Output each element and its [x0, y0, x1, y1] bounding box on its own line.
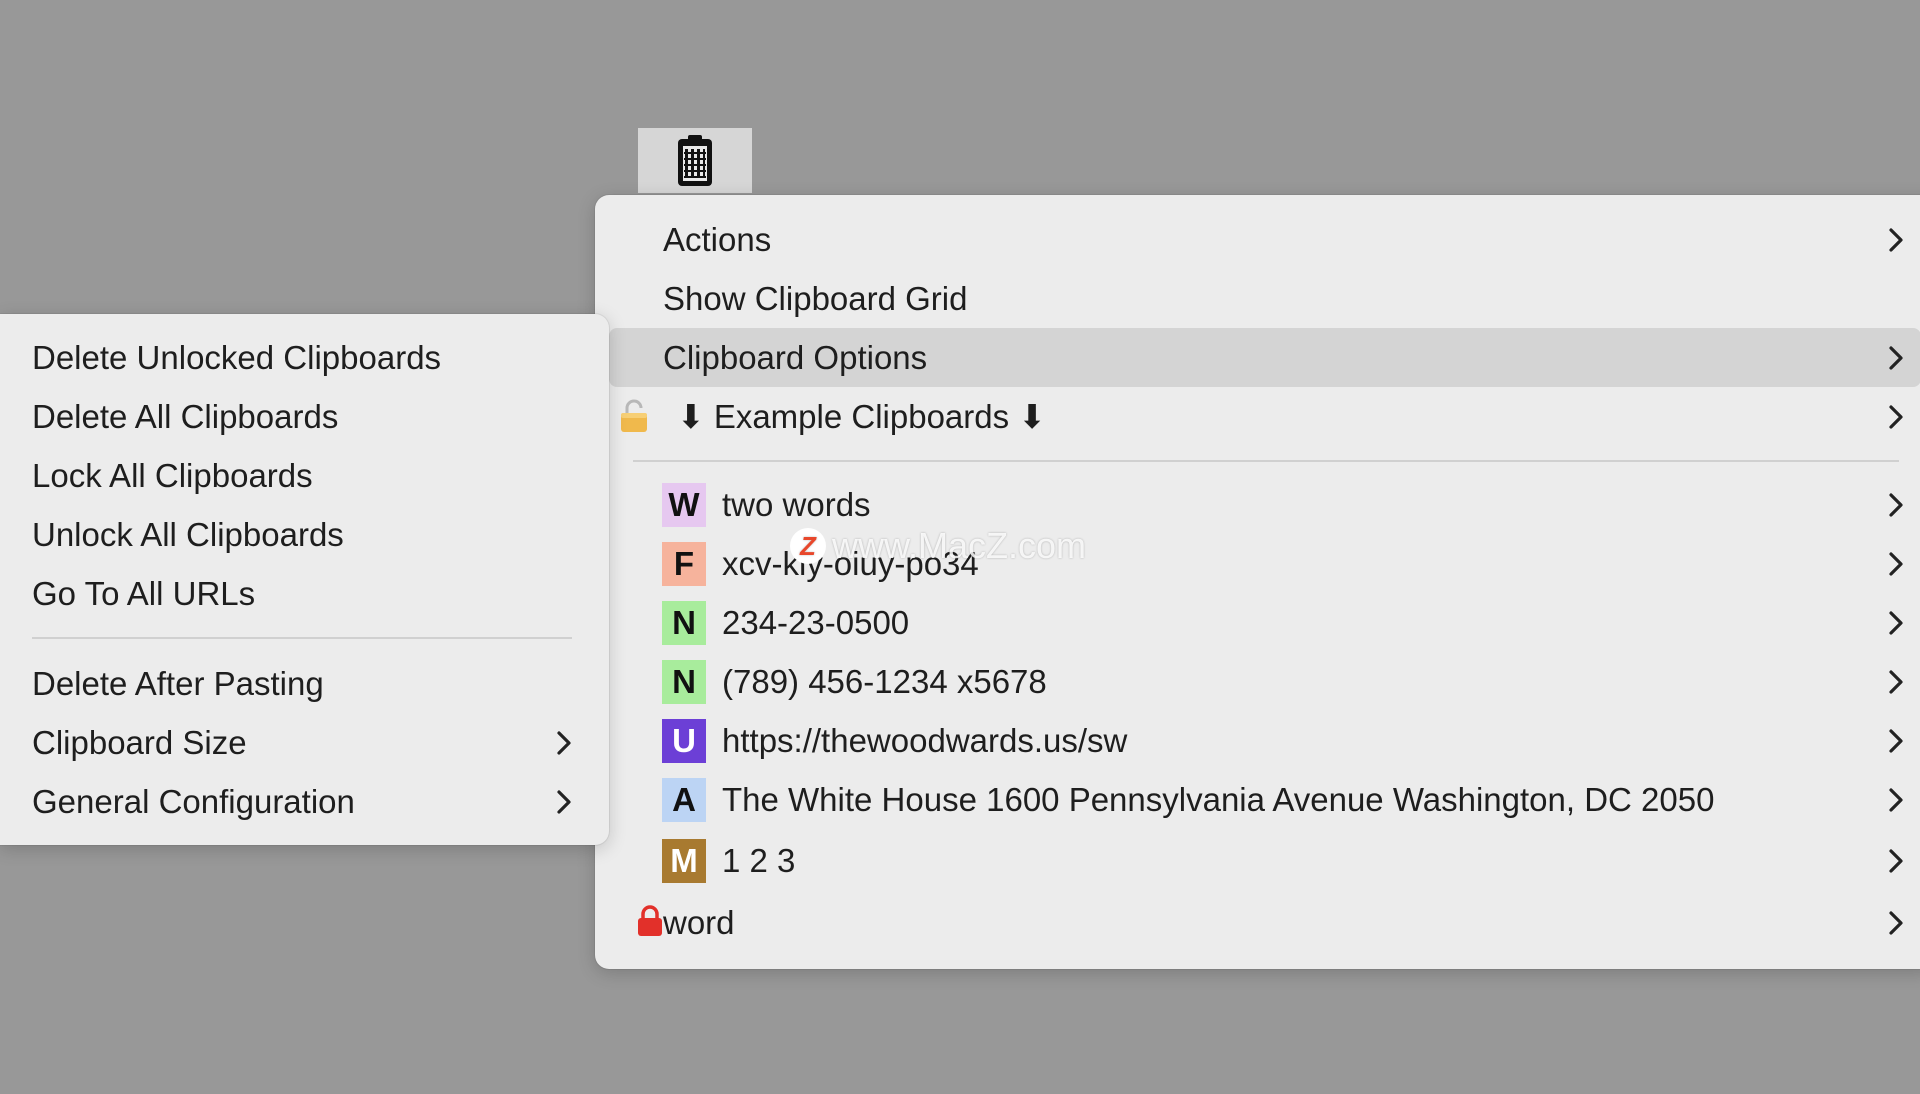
badge-m-icon: M: [662, 838, 706, 883]
clipboard-item[interactable]: M 1 2 3: [609, 831, 1920, 890]
submenu-item-clipboard-size[interactable]: Clipboard Size: [0, 713, 609, 772]
badge-n-icon: N: [662, 600, 706, 645]
menu-item-label: Show Clipboard Grid: [663, 279, 968, 317]
chevron-right-icon: [549, 787, 579, 817]
submenu-item-label: Delete After Pasting: [32, 664, 324, 702]
badge-a-icon: A: [662, 777, 706, 822]
chevron-right-icon: [1881, 726, 1911, 756]
clipboard-icon: [678, 134, 712, 186]
submenu-item-unlock-all[interactable]: Unlock All Clipboards: [0, 505, 609, 564]
menu-separator: [32, 637, 572, 639]
clipboard-label: xcv-kly-oiuy-po34: [722, 544, 979, 582]
menu-separator: [633, 460, 1899, 462]
chevron-right-icon: [1881, 549, 1911, 579]
menu-item-label: ⬇ Example Clipboards ⬇: [677, 398, 1046, 435]
submenu-item-lock-all[interactable]: Lock All Clipboards: [0, 446, 609, 505]
clipboard-label: word: [663, 903, 735, 941]
clipboard-label: https://thewoodwards.us/sw: [722, 721, 1128, 759]
main-menu: Actions Show Clipboard Grid Clipboard Op…: [595, 195, 1920, 969]
chevron-right-icon: [1881, 785, 1911, 815]
clipboard-item-locked[interactable]: word: [609, 893, 1920, 952]
submenu-item-label: Go To All URLs: [32, 574, 256, 612]
menu-item-actions[interactable]: Actions: [609, 210, 1920, 269]
submenu-item-label: Clipboard Size: [32, 723, 247, 761]
submenu-item-label: Lock All Clipboards: [32, 456, 313, 494]
chevron-right-icon: [1881, 225, 1911, 255]
clipboard-item[interactable]: W two words: [609, 475, 1920, 534]
menu-item-label: Actions: [663, 220, 772, 258]
chevron-right-icon: [1881, 490, 1911, 520]
clipboard-label: 234-23-0500: [722, 603, 910, 641]
submenu-item-delete-all[interactable]: Delete All Clipboards: [0, 387, 609, 446]
clipboard-label: The White House 1600 Pennsylvania Avenue…: [722, 780, 1715, 818]
submenu-item-label: General Configuration: [32, 782, 355, 820]
clipboard-label: two words: [722, 485, 871, 523]
menu-item-label: Clipboard Options: [663, 338, 928, 376]
badge-u-icon: U: [662, 718, 706, 763]
submenu-item-label: Delete All Clipboards: [32, 397, 339, 435]
chevron-right-icon: [549, 728, 579, 758]
menu-item-example-clipboards[interactable]: ⬇ Example Clipboards ⬇: [609, 387, 1920, 446]
submenu-item-delete-after-pasting[interactable]: Delete After Pasting: [0, 654, 609, 713]
clipboard-item[interactable]: F xcv-kly-oiuy-po34: [609, 534, 1920, 593]
menu-item-clipboard-options[interactable]: Clipboard Options: [609, 328, 1920, 387]
submenu-item-label: Delete Unlocked Clipboards: [32, 338, 442, 376]
menubar-clipboard-item[interactable]: [638, 128, 752, 193]
submenu-item-general-configuration[interactable]: General Configuration: [0, 772, 609, 831]
clipboard-label: 1 2 3: [722, 841, 796, 879]
submenu-item-label: Unlock All Clipboards: [32, 515, 344, 553]
chevron-right-icon: [1881, 402, 1911, 432]
clipboard-label: (789) 456-1234 x5678: [722, 662, 1047, 700]
chevron-right-icon: [1881, 667, 1911, 697]
badge-f-icon: F: [662, 541, 706, 586]
clipboard-item[interactable]: N 234-23-0500: [609, 593, 1920, 652]
chevron-right-icon: [1881, 846, 1911, 876]
chevron-right-icon: [1881, 908, 1911, 938]
locked-padlock-icon: [638, 905, 662, 936]
submenu-item-delete-unlocked[interactable]: Delete Unlocked Clipboards: [0, 328, 609, 387]
clipboard-item[interactable]: A The White House 1600 Pennsylvania Aven…: [609, 770, 1920, 829]
chevron-right-icon: [1881, 343, 1911, 373]
unlocked-padlock-icon: [621, 399, 647, 432]
badge-n-icon: N: [662, 659, 706, 704]
badge-w-icon: W: [662, 482, 706, 527]
chevron-right-icon: [1881, 608, 1911, 638]
submenu-item-go-to-urls[interactable]: Go To All URLs: [0, 564, 609, 623]
menu-item-show-clipboard-grid[interactable]: Show Clipboard Grid: [609, 269, 1920, 328]
clipboard-options-submenu: Delete Unlocked Clipboards Delete All Cl…: [0, 314, 609, 845]
clipboard-item[interactable]: N (789) 456-1234 x5678: [609, 652, 1920, 711]
clipboard-item[interactable]: U https://thewoodwards.us/sw: [609, 711, 1920, 770]
